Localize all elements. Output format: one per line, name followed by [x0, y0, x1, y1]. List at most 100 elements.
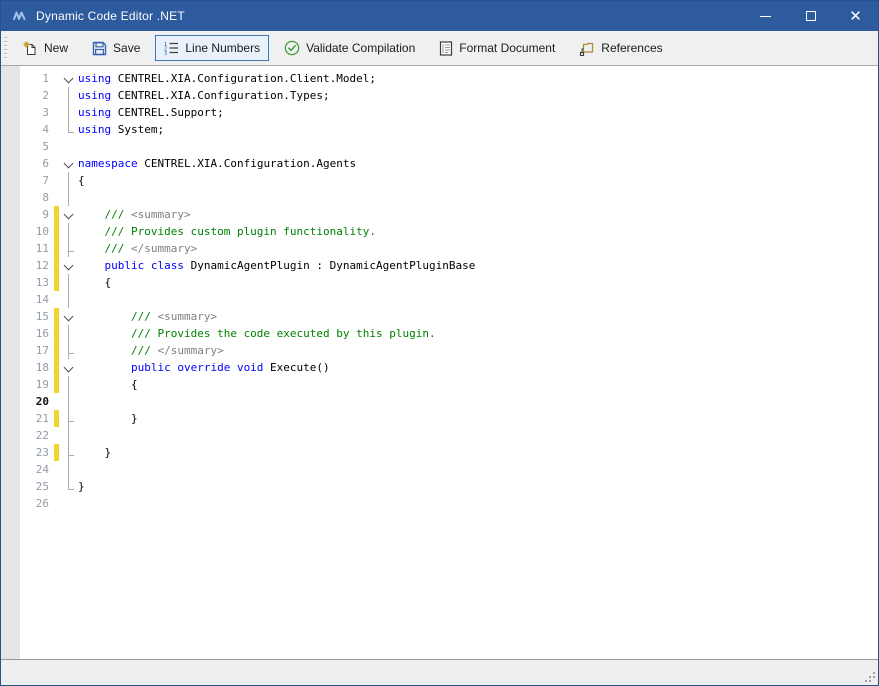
code-text[interactable]: using System; [78, 121, 878, 138]
code-line[interactable]: 2 using CENTREL.XIA.Configuration.Types; [1, 87, 878, 104]
line-number[interactable]: 20 [21, 393, 54, 410]
code-line[interactable]: 26 [1, 495, 878, 512]
line-number[interactable]: 15 [21, 308, 54, 325]
code-text[interactable]: /// Provides the code executed by this p… [78, 325, 878, 342]
code-text[interactable] [78, 461, 878, 478]
line-number[interactable]: 19 [21, 376, 54, 393]
line-number[interactable]: 14 [21, 291, 54, 308]
code-line[interactable]: 22 [1, 427, 878, 444]
code-text[interactable]: /// </summary> [78, 342, 878, 359]
code-text[interactable]: } [78, 478, 878, 495]
line-number[interactable]: 23 [21, 444, 54, 461]
line-numbers-button-label: Line Numbers [185, 41, 260, 55]
code-text[interactable]: namespace CENTREL.XIA.Configuration.Agen… [78, 155, 878, 172]
fold-collapse-icon[interactable] [60, 206, 78, 223]
code-text[interactable]: /// <summary> [78, 206, 878, 223]
line-number[interactable]: 26 [21, 495, 54, 512]
line-number[interactable]: 5 [21, 138, 54, 155]
line-number[interactable]: 12 [21, 257, 54, 274]
code-line[interactable]: 10 /// Provides custom plugin functional… [1, 223, 878, 240]
line-number[interactable]: 3 [21, 104, 54, 121]
code-text[interactable] [78, 138, 878, 155]
line-number[interactable]: 1 [21, 70, 54, 87]
validate-compilation-icon [284, 40, 300, 56]
code-text[interactable]: /// </summary> [78, 240, 878, 257]
code-line[interactable]: 19 { [1, 376, 878, 393]
close-icon: ✕ [849, 9, 862, 24]
code-line[interactable]: 12 public class DynamicAgentPlugin : Dyn… [1, 257, 878, 274]
line-number[interactable]: 16 [21, 325, 54, 342]
maximize-button[interactable] [788, 1, 833, 31]
code-line[interactable]: 20 [1, 393, 878, 410]
code-line[interactable]: 6 namespace CENTREL.XIA.Configuration.Age… [1, 155, 878, 172]
code-line[interactable]: 16 /// Provides the code executed by thi… [1, 325, 878, 342]
line-number[interactable]: 9 [21, 206, 54, 223]
code-line[interactable]: 8 [1, 189, 878, 206]
code-line[interactable]: 9 /// <summary> [1, 206, 878, 223]
new-button[interactable]: New [14, 35, 77, 62]
fold-collapse-icon[interactable] [60, 70, 78, 87]
code-text[interactable]: using CENTREL.Support; [78, 104, 878, 121]
code-text[interactable]: { [78, 172, 878, 189]
line-number[interactable]: 25 [21, 478, 54, 495]
code-text[interactable]: using CENTREL.XIA.Configuration.Types; [78, 87, 878, 104]
line-number[interactable]: 22 [21, 427, 54, 444]
resize-grip-icon[interactable] [873, 680, 875, 682]
code-text[interactable]: public override void Execute() [78, 359, 878, 376]
fold-collapse-icon[interactable] [60, 308, 78, 325]
code-line[interactable]: 3 using CENTREL.Support; [1, 104, 878, 121]
save-button[interactable]: Save [83, 35, 149, 62]
code-line[interactable]: 18 public override void Execute() [1, 359, 878, 376]
code-text[interactable]: /// Provides custom plugin functionality… [78, 223, 878, 240]
code-text[interactable]: } [78, 444, 878, 461]
validate-compilation-button[interactable]: Validate Compilation [275, 34, 424, 62]
code-text[interactable] [78, 495, 878, 512]
line-number[interactable]: 10 [21, 223, 54, 240]
fold-collapse-icon[interactable] [60, 155, 78, 172]
line-number[interactable]: 7 [21, 172, 54, 189]
code-line[interactable]: 25} [1, 478, 878, 495]
close-button[interactable]: ✕ [833, 1, 878, 31]
code-line[interactable]: 11 /// </summary> [1, 240, 878, 257]
line-number[interactable]: 17 [21, 342, 54, 359]
code-text[interactable] [78, 427, 878, 444]
line-number[interactable]: 24 [21, 461, 54, 478]
code-line[interactable]: 24 [1, 461, 878, 478]
code-line[interactable]: 7{ [1, 172, 878, 189]
code-text[interactable]: /// <summary> [78, 308, 878, 325]
line-number[interactable]: 11 [21, 240, 54, 257]
code-line[interactable]: 23 } [1, 444, 878, 461]
fold-guide [60, 87, 78, 104]
line-number[interactable]: 6 [21, 155, 54, 172]
code-line[interactable]: 5 [1, 138, 878, 155]
format-document-button[interactable]: Format Document [430, 35, 564, 62]
toolbar-gripper[interactable] [4, 37, 7, 59]
minimize-button[interactable] [743, 1, 788, 31]
code-line[interactable]: 14 [1, 291, 878, 308]
code-text[interactable]: } [78, 410, 878, 427]
line-number[interactable]: 8 [21, 189, 54, 206]
fold-collapse-icon[interactable] [60, 257, 78, 274]
code-line[interactable]: 17 /// </summary> [1, 342, 878, 359]
code-line[interactable]: 21 } [1, 410, 878, 427]
code-text[interactable] [78, 291, 878, 308]
code-line[interactable]: 4 using System; [1, 121, 878, 138]
code-text[interactable]: { [78, 274, 878, 291]
references-button[interactable]: References [570, 35, 671, 62]
code-text[interactable]: public class DynamicAgentPlugin : Dynami… [78, 257, 878, 274]
code-text[interactable] [78, 189, 878, 206]
line-number[interactable]: 4 [21, 121, 54, 138]
line-number[interactable]: 21 [21, 410, 54, 427]
code-editor[interactable]: 1 using CENTREL.XIA.Configuration.Client.… [1, 65, 878, 659]
line-number[interactable]: 13 [21, 274, 54, 291]
code-line[interactable]: 15 /// <summary> [1, 308, 878, 325]
line-number[interactable]: 18 [21, 359, 54, 376]
code-text[interactable]: { [78, 376, 878, 393]
code-text[interactable]: using CENTREL.XIA.Configuration.Client.M… [78, 70, 878, 87]
fold-collapse-icon[interactable] [60, 359, 78, 376]
line-number[interactable]: 2 [21, 87, 54, 104]
code-text[interactable] [78, 393, 878, 410]
code-line[interactable]: 1 using CENTREL.XIA.Configuration.Client.… [1, 70, 878, 87]
code-line[interactable]: 13 { [1, 274, 878, 291]
line-numbers-button[interactable]: 123 Line Numbers [155, 35, 269, 61]
